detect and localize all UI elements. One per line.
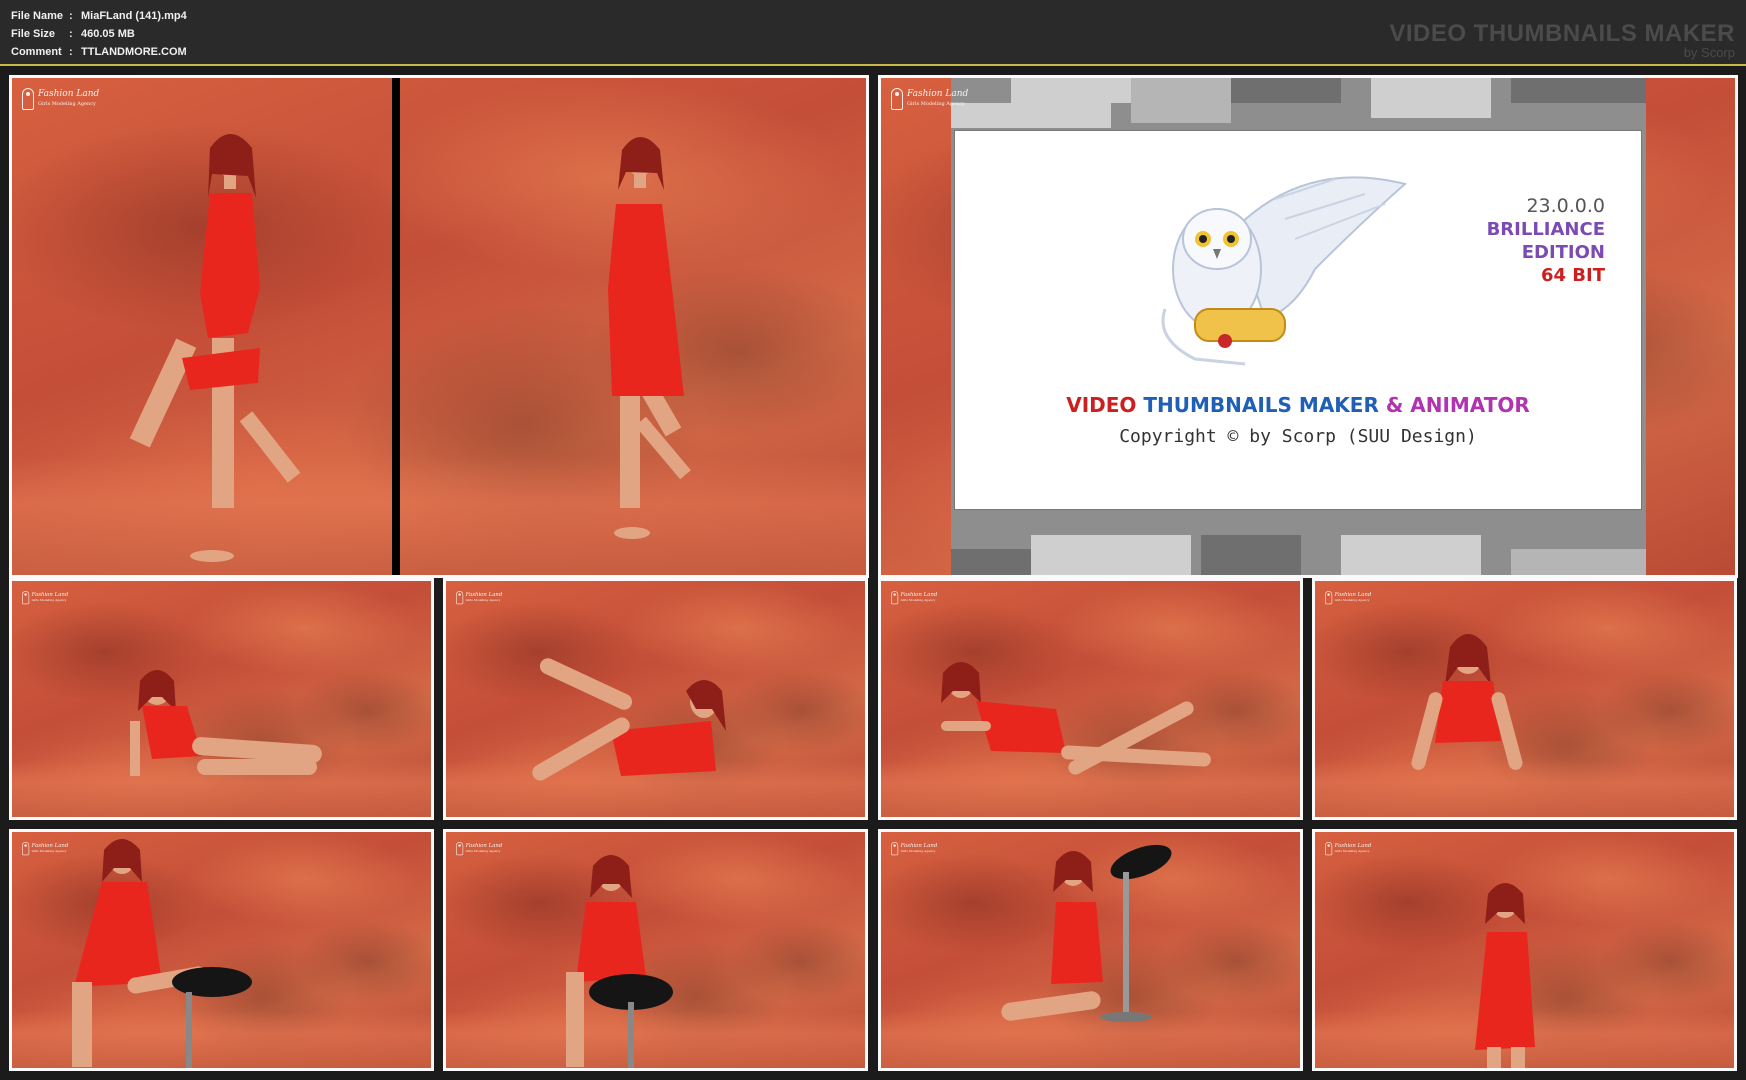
splash-tile: [951, 103, 1111, 128]
studio-logo: Fashion Land Girls Modeling Agency: [891, 591, 937, 605]
studio-logo-icon: [1325, 591, 1333, 605]
meta-row-filesize: File Size : 460.05 MB: [11, 25, 187, 43]
logo-line2: Girls Modeling Agency: [465, 598, 501, 603]
splash-card: 23.0.0.0 BRILLIANCE EDITION 64 BIT VIDEO…: [954, 130, 1642, 510]
meta-sep: :: [69, 46, 73, 58]
thumbnail-small-6[interactable]: Fashion Land Girls Modeling Agency: [443, 829, 868, 1071]
studio-logo: Fashion Land Girls Modeling Agency: [456, 591, 502, 605]
studio-logo-icon: [1325, 842, 1333, 856]
thumbnail-small-1[interactable]: Fashion Land Girls Modeling Agency: [9, 578, 434, 820]
version-block: 23.0.0.0 BRILLIANCE EDITION 64 BIT: [1487, 195, 1605, 289]
splash-tile: [1341, 535, 1481, 575]
thumbnail-small-7[interactable]: Fashion Land Girls Modeling Agency: [878, 829, 1303, 1071]
bitness-label: 64 BIT: [1540, 265, 1605, 286]
meta-value: 460.05 MB: [81, 28, 135, 40]
file-meta: File Name : MiaFLand (141).mp4 File Size…: [11, 7, 187, 61]
edition-line2: EDITION: [1521, 242, 1605, 263]
meta-value: TTLANDMORE.COM: [81, 46, 187, 58]
edition-line1: BRILLIANCE: [1486, 219, 1605, 240]
thumbnail-small-4[interactable]: Fashion Land Girls Modeling Agency: [1312, 578, 1737, 820]
meta-row-comment: Comment : TTLANDMORE.COM: [11, 43, 187, 61]
logo-line2: Girls Modeling Agency: [1334, 849, 1370, 854]
splash-tile: [951, 549, 1031, 575]
splash-tile: [1031, 535, 1191, 575]
studio-logo: Fashion Land Girls Modeling Agency: [22, 591, 68, 605]
studio-logo-icon: [22, 88, 34, 110]
thumbnail-sheet: Fashion Land Girls Modeling Agency 23.0.…: [0, 66, 1746, 1080]
meta-key: File Size: [11, 28, 56, 40]
brand-watermark: VIDEO THUMBNAILS MAKER by Scorp: [1389, 20, 1735, 60]
brand-subtitle: by Scorp: [1683, 45, 1735, 60]
logo-line2: Girls Modeling Agency: [907, 101, 965, 107]
splash-tile: [1511, 78, 1646, 103]
model-figure: [1001, 844, 1172, 1022]
model-figure: [941, 662, 1211, 775]
model-figure: [1475, 883, 1535, 1068]
studio-logo-icon: [22, 842, 30, 856]
copyright-text: Copyright © by Scorp (SUU Design): [1119, 426, 1477, 447]
splash-tile: [1511, 549, 1646, 575]
product-name-part1: VIDEO: [1066, 393, 1144, 417]
logo-line2: Girls Modeling Agency: [31, 849, 67, 854]
thumbnail-small-2[interactable]: Fashion Land Girls Modeling Agency: [443, 578, 868, 820]
studio-logo-icon: [456, 591, 464, 605]
meta-row-filename: File Name : MiaFLand (141).mp4: [11, 7, 187, 25]
studio-logo-icon: [891, 88, 903, 110]
thumbnail-small-3[interactable]: Fashion Land Girls Modeling Agency: [878, 578, 1303, 820]
info-header: File Name : MiaFLand (141).mp4 File Size…: [0, 0, 1746, 66]
studio-logo-icon: [456, 842, 464, 856]
studio-logo: Fashion Land Girls Modeling Agency: [22, 842, 68, 856]
model-figure: [1411, 634, 1523, 770]
logo-line1: Fashion Land: [907, 89, 969, 99]
splash-tile: [1011, 78, 1131, 103]
owl-icon: [1161, 176, 1408, 366]
studio-logo: Fashion Land Girls Modeling Agency: [456, 842, 502, 856]
product-name: VIDEO THUMBNAILS MAKER & ANIMATOR: [955, 393, 1641, 417]
thumbnail-small-8[interactable]: Fashion Land Girls Modeling Agency: [1312, 829, 1737, 1071]
studio-logo: Fashion Land Girls Modeling Agency: [22, 88, 99, 110]
logo-line2: Girls Modeling Agency: [1334, 598, 1370, 603]
studio-logo: Fashion Land Girls Modeling Agency: [891, 842, 937, 856]
model-figure: [566, 855, 673, 1068]
model-figure: [72, 839, 252, 1068]
model-figure: [129, 134, 691, 562]
splash-tile: [1201, 535, 1301, 575]
thumbnail-small-5[interactable]: Fashion Land Girls Modeling Agency: [9, 829, 434, 1071]
studio-logo-icon: [891, 842, 899, 856]
logo-line2: Girls Modeling Agency: [31, 598, 67, 603]
studio-logo: Fashion Land Girls Modeling Agency: [891, 88, 968, 110]
splash-tile: [1371, 78, 1491, 118]
version-number: 23.0.0.0: [1526, 195, 1605, 217]
logo-line2: Girls Modeling Agency: [900, 598, 936, 603]
meta-key: File Name: [11, 10, 63, 22]
product-name-part2: THUMBNAILS MAKER: [1143, 393, 1386, 417]
studio-logo: Fashion Land Girls Modeling Agency: [1325, 842, 1371, 856]
meta-sep: :: [69, 10, 73, 22]
meta-value: MiaFLand (141).mp4: [81, 10, 187, 22]
meta-key: Comment: [11, 46, 62, 58]
logo-line1: Fashion Land: [38, 89, 100, 99]
splash-tile: [1231, 78, 1341, 103]
splash-tile: [1131, 78, 1231, 123]
product-name-part3: & ANIMATOR: [1385, 393, 1530, 417]
brand-title: VIDEO THUMBNAILS MAKER: [1389, 20, 1735, 47]
model-figure: [532, 658, 726, 781]
thumbnail-large-1[interactable]: Fashion Land Girls Modeling Agency: [9, 75, 869, 578]
logo-line2: Girls Modeling Agency: [465, 849, 501, 854]
studio-logo-icon: [22, 591, 30, 605]
logo-line2: Girls Modeling Agency: [900, 849, 936, 854]
model-figure: [130, 670, 322, 776]
meta-sep: :: [69, 28, 73, 40]
studio-logo-icon: [891, 591, 899, 605]
thumbnail-large-2-splash[interactable]: 23.0.0.0 BRILLIANCE EDITION 64 BIT VIDEO…: [878, 75, 1738, 578]
studio-logo: Fashion Land Girls Modeling Agency: [1325, 591, 1371, 605]
logo-line2: Girls Modeling Agency: [38, 101, 96, 107]
